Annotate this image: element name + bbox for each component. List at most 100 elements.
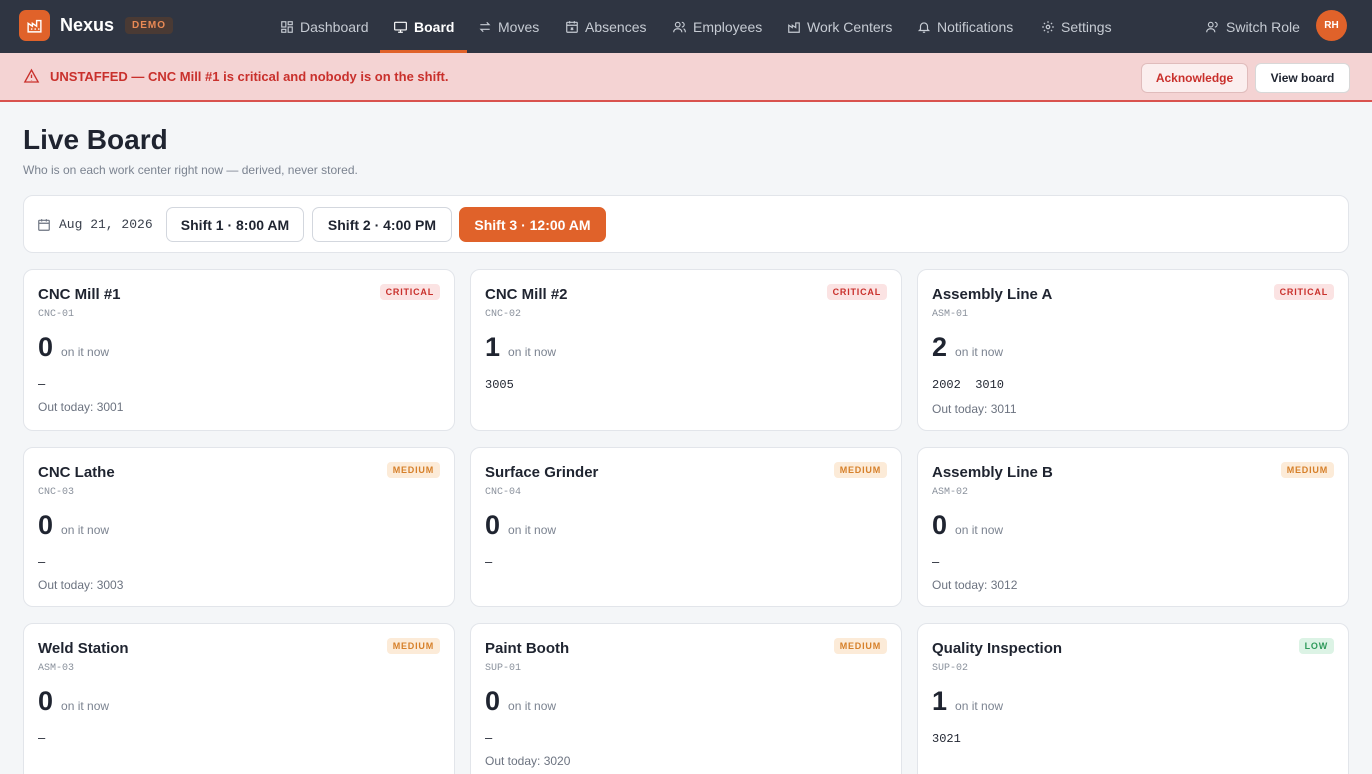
avatar[interactable]: RH [1316,10,1347,41]
work-center-card[interactable]: Assembly Line B MEDIUM ASM-02 0 on it no… [917,447,1349,607]
assigned-employees: 3021 [932,732,961,746]
staff-count-label: on it now [61,523,110,537]
work-center-code: CNC-02 [485,309,522,320]
page-title: Live Board [23,124,168,155]
staff-count-value: 2 [932,332,948,362]
calendar-x-icon [566,20,578,33]
dashboard-icon [281,20,293,33]
nav-settings[interactable]: Settings [1041,0,1112,53]
alert-message: UNSTAFFED — CNC Mill #1 is critical and … [50,69,449,84]
assigned-employees: – [38,376,46,391]
work-center-code: ASM-03 [38,663,75,674]
work-center-name: Paint Booth [485,640,570,657]
nav-board[interactable]: Board [379,0,469,53]
staff-count-value: 0 [485,510,501,540]
nav-notifications-label: Notifications [937,18,1014,35]
assigned-employees: 2002 3010 [932,378,1005,392]
work-center-name: Weld Station [38,640,129,657]
acknowledge-button[interactable]: Acknowledge [1141,63,1248,93]
date-picker[interactable]: Aug 21, 2026 [37,217,153,232]
unstaffed-alert-banner: UNSTAFFED — CNC Mill #1 is critical and … [0,53,1372,102]
assigned-employees: – [485,730,493,745]
nav-absences-label: Absences [585,18,647,35]
staff-count: 0 on it now [932,510,1003,541]
staff-count-value: 0 [38,332,54,362]
work-center-code: SUP-01 [485,663,522,674]
view-board-button[interactable]: View board [1255,63,1350,93]
staff-count-label: on it now [61,699,110,713]
nav-absences[interactable]: Absences [565,0,646,53]
switch-role-label: Switch Role [1226,18,1300,35]
work-center-name: CNC Mill #2 [485,286,568,303]
shift-selector-bar: Aug 21, 2026 Shift 1 · 8:00 AM Shift 2 ·… [23,195,1349,253]
work-center-card[interactable]: Paint Booth MEDIUM SUP-01 0 on it now – … [470,623,902,774]
factory-icon [788,21,800,33]
staff-count: 0 on it now [485,510,556,541]
staff-count-value: 1 [932,686,948,716]
shift-2-button[interactable]: Shift 2 · 4:00 PM [312,207,452,242]
nav-moves[interactable]: Moves [478,0,539,53]
staff-count-value: 0 [38,686,54,716]
swap-icon [479,21,491,32]
work-center-card[interactable]: Weld Station MEDIUM ASM-03 0 on it now – [23,623,455,774]
nav-moves-label: Moves [498,18,540,35]
priority-badge: CRITICAL [826,284,887,300]
staff-count-value: 0 [485,686,501,716]
staff-count: 0 on it now [485,686,556,717]
work-center-name: CNC Mill #1 [38,286,121,303]
work-center-name: Assembly Line B [932,464,1053,481]
bell-icon [917,21,931,33]
nav-dashboard[interactable]: Dashboard [280,0,369,53]
nav-board-label: Board [414,18,455,35]
staff-count-value: 1 [485,332,501,362]
out-today: Out today: 3012 [932,578,1018,592]
staff-count-label: on it now [508,699,557,713]
shift-1-button[interactable]: Shift 1 · 8:00 AM [166,207,304,242]
switch-role-button[interactable]: Switch Role [1205,0,1300,53]
work-center-card[interactable]: CNC Mill #1 CRITICAL CNC-01 0 on it now … [23,269,455,431]
assigned-employees: – [485,554,493,569]
gear-icon [1042,20,1054,33]
work-center-code: ASM-02 [932,487,969,498]
work-center-name: Surface Grinder [485,464,599,481]
brand[interactable]: Nexus DEMO [19,10,174,41]
priority-badge: MEDIUM [1280,462,1334,478]
work-center-name: Quality Inspection [932,640,1063,657]
staff-count-label: on it now [61,345,110,359]
work-center-code: CNC-04 [485,487,522,498]
out-today: Out today: 3011 [932,402,1017,416]
priority-badge: CRITICAL [379,284,440,300]
work-center-code: ASM-01 [932,309,969,320]
staff-count: 0 on it now [38,686,109,717]
assigned-employees: – [38,730,46,745]
staff-count: 2 on it now [932,332,1003,363]
shift-3-button[interactable]: Shift 3 · 12:00 AM [459,207,606,242]
work-center-code: CNC-01 [38,309,75,320]
work-center-code: SUP-02 [932,663,969,674]
warning-icon [23,68,40,83]
out-today: Out today: 3001 [38,400,124,414]
staff-count-value: 0 [38,510,54,540]
work-center-card[interactable]: Surface Grinder MEDIUM CNC-04 0 on it no… [470,447,902,607]
demo-badge: DEMO [125,17,174,34]
work-center-card[interactable]: CNC Mill #2 CRITICAL CNC-02 1 on it now … [470,269,902,431]
work-center-card[interactable]: CNC Lathe MEDIUM CNC-03 0 on it now – Ou… [23,447,455,607]
nav-employees-label: Employees [693,18,763,35]
nav-employees[interactable]: Employees [672,0,762,53]
user-icon [1206,21,1218,32]
work-center-card[interactable]: Assembly Line A CRITICAL ASM-01 2 on it … [917,269,1349,431]
work-center-code: CNC-03 [38,487,75,498]
staff-count-label: on it now [955,345,1004,359]
page-subtitle: Who is on each work center right now — d… [23,163,358,177]
priority-badge: MEDIUM [833,462,887,478]
priority-badge: MEDIUM [833,638,887,654]
out-today: Out today: 3020 [485,754,571,768]
monitor-icon [394,21,407,33]
date-value: Aug 21, 2026 [59,217,153,232]
nav-notifications[interactable]: Notifications [917,0,1013,53]
brand-name: Nexus [60,15,115,35]
staff-count-label: on it now [955,699,1004,713]
work-center-card[interactable]: Quality Inspection LOW SUP-02 1 on it no… [917,623,1349,774]
nav-work-centers[interactable]: Work Centers [787,0,892,53]
staff-count: 0 on it now [38,510,109,541]
